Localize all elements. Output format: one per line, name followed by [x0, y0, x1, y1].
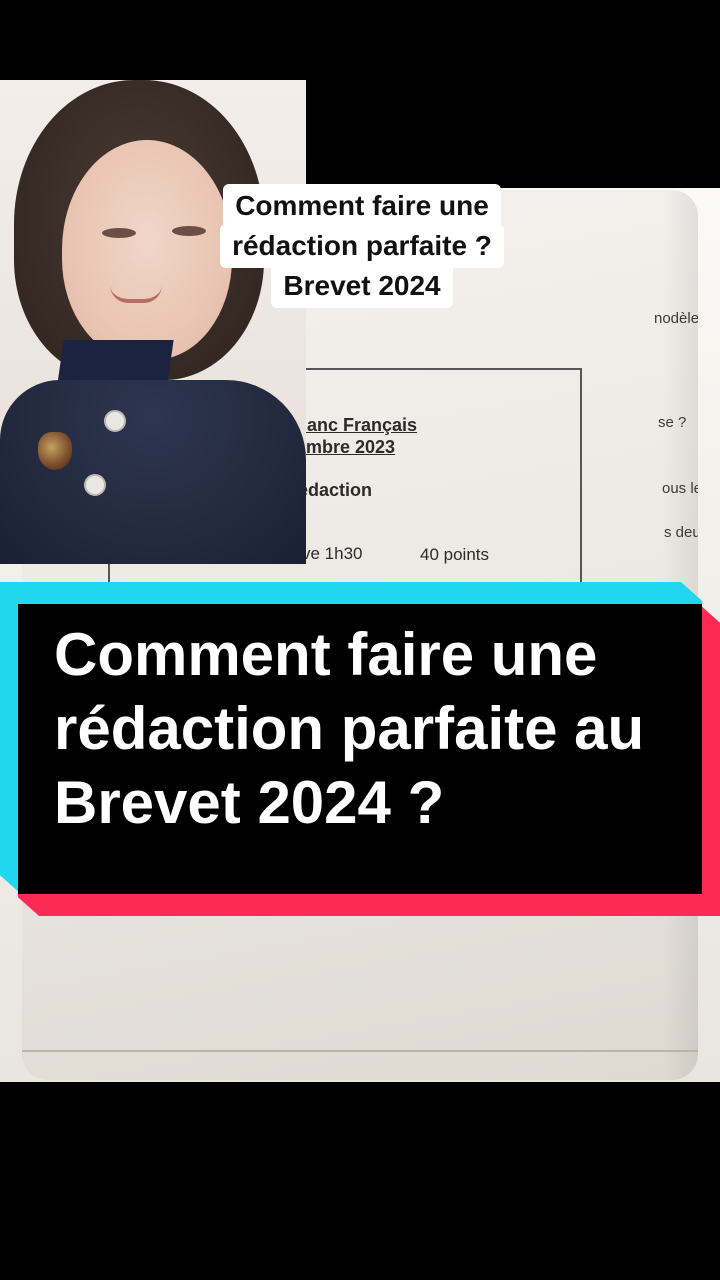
video-frame: nodèle se ? ous le s deu lanc Français m… [0, 0, 720, 1280]
side-text-3: ous le [662, 480, 698, 497]
exam-section: édaction [298, 480, 373, 500]
top-caption-line-1: Comment faire une [223, 184, 501, 228]
title-banner: Comment faire une rédaction parfaite au … [0, 582, 720, 918]
cardigan-button-2 [84, 474, 106, 496]
side-text-2: se ? [658, 414, 687, 431]
top-caption-line-2: rédaction parfaite ? [220, 224, 504, 268]
banner-line-3: Brevet 2024 ? [54, 769, 445, 836]
dog-brooch-icon [38, 432, 72, 470]
presenter-cardigan [0, 380, 306, 564]
exam-heading-2: mbre 2023 [306, 437, 396, 457]
table-edge [22, 1050, 698, 1052]
side-text-1: nodèle [654, 310, 698, 327]
presenter-photo [0, 80, 306, 564]
cardigan-button-1 [104, 410, 126, 432]
banner-title: Comment faire une rédaction parfaite au … [54, 618, 694, 840]
banner-line-2: rédaction parfaite au [54, 695, 645, 762]
top-caption: Comment faire une rédaction parfaite ? B… [188, 184, 536, 308]
exam-heading-1: lanc Français [302, 415, 418, 435]
top-caption-line-3: Brevet 2024 [271, 264, 453, 308]
left-eye [102, 228, 136, 238]
side-text-4: s deu [664, 524, 698, 541]
exam-duration: ve 1h30 [302, 544, 363, 563]
banner-line-1: Comment faire une [54, 621, 598, 688]
exam-points: 40 points [420, 545, 489, 564]
